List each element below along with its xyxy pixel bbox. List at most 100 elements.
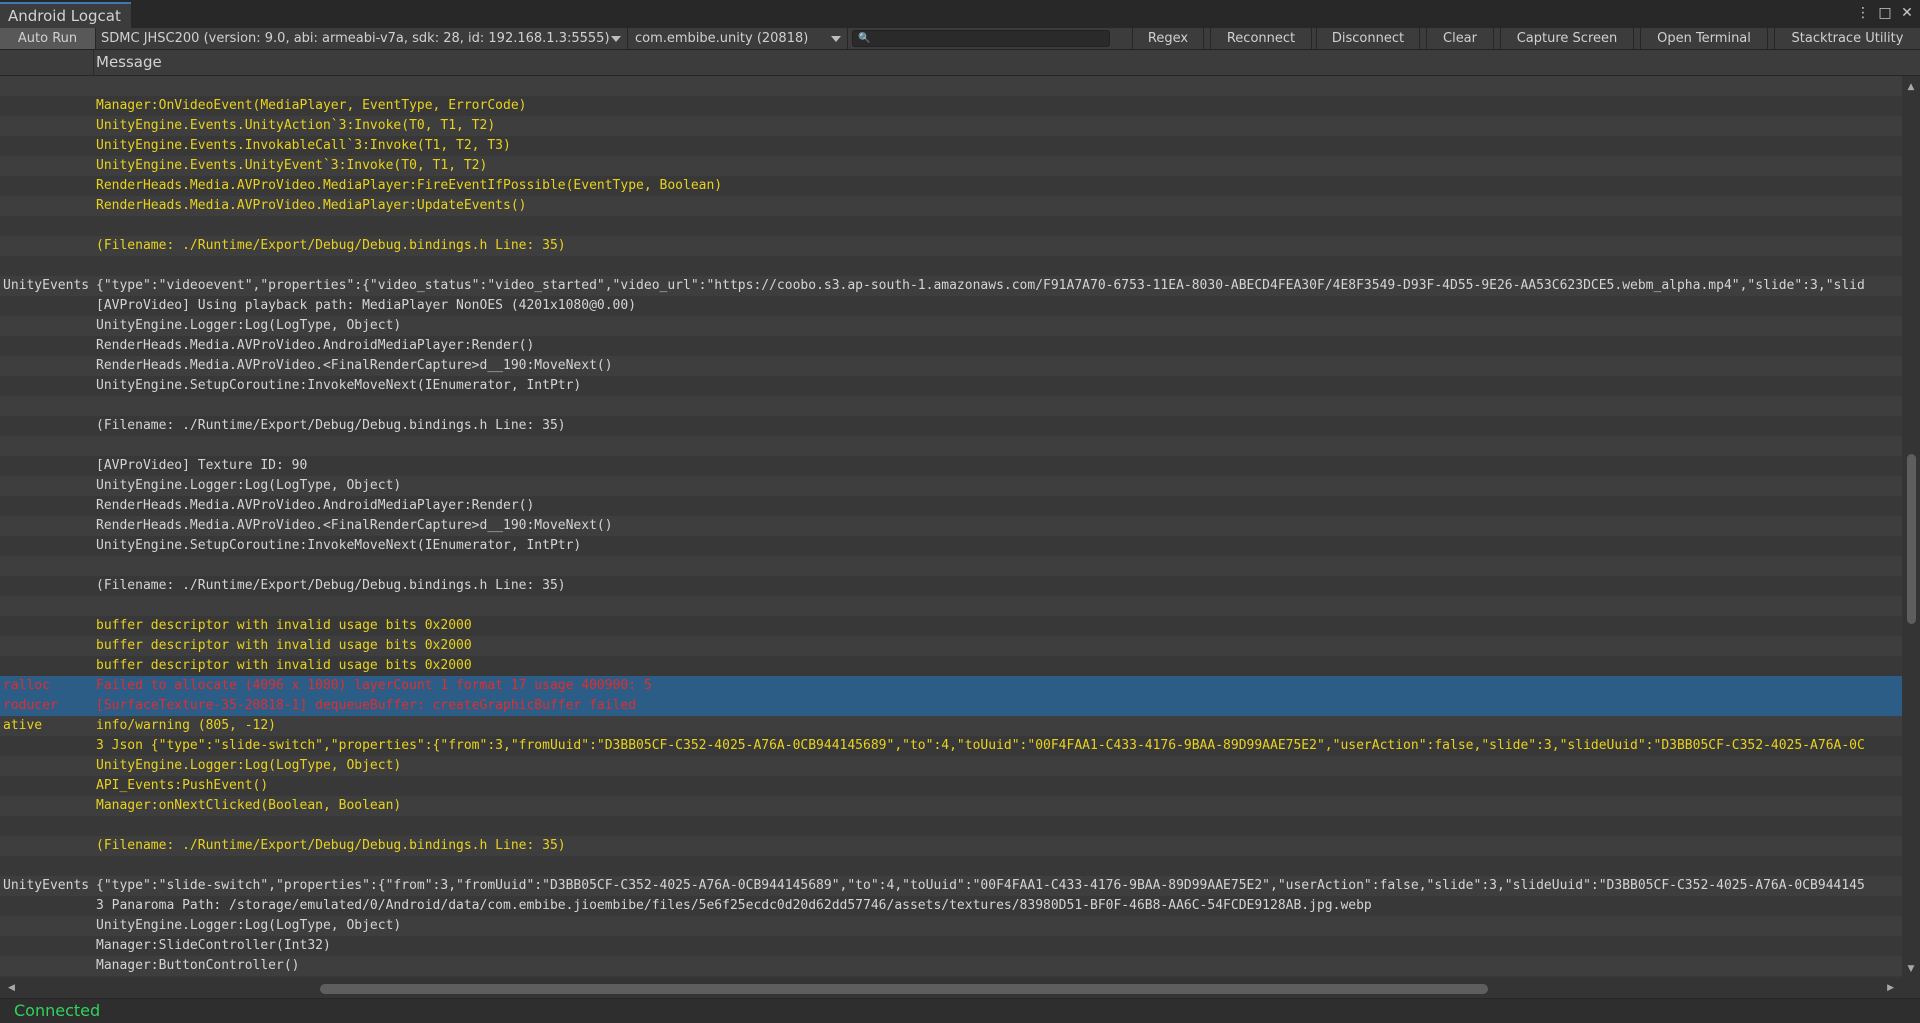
clear-button[interactable]: Clear xyxy=(1426,28,1494,49)
log-row[interactable]: (Filename: ./Runtime/Export/Debug/Debug.… xyxy=(0,576,1902,596)
vertical-scrollbar[interactable]: ▲ ▼ xyxy=(1902,76,1920,978)
log-row[interactable]: UnityEngine.Logger:Log(LogType, Object) xyxy=(0,756,1902,776)
scroll-right-icon[interactable]: ▶ xyxy=(1887,978,1894,998)
log-message: {"type":"slide-switch","properties":{"fr… xyxy=(96,878,1865,893)
log-row[interactable] xyxy=(0,256,1902,276)
scroll-left-icon[interactable]: ◀ xyxy=(8,978,15,998)
log-row[interactable]: UnityEngine.Logger:Log(LogType, Object) xyxy=(0,916,1902,936)
log-row[interactable]: [AVProVideo] Using playback path: MediaP… xyxy=(0,296,1902,316)
close-icon[interactable]: ✕ xyxy=(1900,5,1914,21)
log-tag: UnityEvents xyxy=(3,878,90,893)
log-row[interactable]: (Filename: ./Runtime/Export/Debug/Debug.… xyxy=(0,236,1902,256)
log-row[interactable]: (Filename: ./Runtime/Export/Debug/Debug.… xyxy=(0,836,1902,856)
log-row[interactable]: UnityEvents {"type":"videoevent","propert… xyxy=(0,276,1902,296)
device-dropdown[interactable]: SDMC JHSC200 (version: 9.0, abi: armeabi… xyxy=(96,28,628,49)
horizontal-scroll-thumb[interactable] xyxy=(320,984,1488,994)
log-message: RenderHeads.Media.AVProVideo.MediaPlayer… xyxy=(96,198,527,213)
log-row[interactable]: RenderHeads.Media.AVProVideo.<FinalRende… xyxy=(0,356,1902,376)
log-tag: roducer xyxy=(3,698,58,713)
log-message: (Filename: ./Runtime/Export/Debug/Debug.… xyxy=(96,418,566,433)
log-row[interactable] xyxy=(0,76,1902,96)
capture-screen-button[interactable]: Capture Screen xyxy=(1500,28,1634,49)
log-message: Failed to allocate (4096 x 1080) layerCo… xyxy=(96,678,652,693)
reconnect-button[interactable]: Reconnect xyxy=(1210,28,1312,49)
log-row[interactable]: UnityEngine.SetupCoroutine:InvokeMoveNex… xyxy=(0,536,1902,556)
log-row[interactable]: Manager:onNextClicked(Boolean, Boolean) xyxy=(0,796,1902,816)
log-message: info/warning (805, -12) xyxy=(96,718,277,733)
log-row[interactable]: API_Events:PushEvent() xyxy=(0,776,1902,796)
log-row[interactable]: UnityEngine.Events.InvokableCall`3:Invok… xyxy=(0,136,1902,156)
more-menu-icon[interactable]: ⋮ xyxy=(1856,5,1870,21)
log-message: (Filename: ./Runtime/Export/Debug/Debug.… xyxy=(96,578,566,593)
scrollbar-corner xyxy=(1902,978,1920,998)
column-divider[interactable] xyxy=(93,50,94,76)
vertical-scroll-thumb[interactable] xyxy=(1907,454,1916,624)
connection-status: Connected xyxy=(14,1001,101,1020)
log-row[interactable]: Manager:SlideController(Int32) xyxy=(0,936,1902,956)
search-input[interactable] xyxy=(871,31,1106,46)
log-message: UnityEngine.Events.UnityEvent`3:Invoke(T… xyxy=(96,158,488,173)
log-message: (Filename: ./Runtime/Export/Debug/Debug.… xyxy=(96,838,566,853)
tab-android-logcat[interactable]: Android Logcat xyxy=(0,2,131,28)
package-dropdown-label: com.embibe.unity (20818) xyxy=(635,31,809,46)
log-row-selected[interactable]: roducer [SurfaceTexture-35-20818-1] deque… xyxy=(0,696,1902,716)
regex-button[interactable]: Regex xyxy=(1132,28,1204,49)
log-message: UnityEngine.Logger:Log(LogType, Object) xyxy=(96,478,402,493)
log-row[interactable]: RenderHeads.Media.AVProVideo.MediaPlayer… xyxy=(0,196,1902,216)
log-row[interactable]: 3 Panaroma Path: /storage/emulated/0/And… xyxy=(0,896,1902,916)
log-row[interactable]: buffer descriptor with invalid usage bit… xyxy=(0,616,1902,636)
log-row[interactable]: (Filename: ./Runtime/Export/Debug/Debug.… xyxy=(0,416,1902,436)
device-dropdown-label: SDMC JHSC200 (version: 9.0, abi: armeabi… xyxy=(101,31,610,46)
scroll-up-icon[interactable]: ▲ xyxy=(1902,80,1920,94)
log-list[interactable]: Manager:OnVideoEvent(MediaPlayer, EventT… xyxy=(0,76,1902,978)
log-row[interactable] xyxy=(0,436,1902,456)
log-row[interactable]: UnityEngine.Logger:Log(LogType, Object) xyxy=(0,316,1902,336)
log-message: [SurfaceTexture-35-20818-1] dequeueBuffe… xyxy=(96,698,637,713)
log-tag: ralloc xyxy=(3,678,50,693)
log-row[interactable]: RenderHeads.Media.AVProVideo.<FinalRende… xyxy=(0,516,1902,536)
package-dropdown[interactable]: com.embibe.unity (20818) xyxy=(630,28,848,49)
log-row[interactable] xyxy=(0,596,1902,616)
log-message: RenderHeads.Media.AVProVideo.<FinalRende… xyxy=(96,518,613,533)
log-message: RenderHeads.Media.AVProVideo.<FinalRende… xyxy=(96,358,613,373)
log-message: UnityEngine.SetupCoroutine:InvokeMoveNex… xyxy=(96,538,582,553)
log-row[interactable]: UnityEvents {"type":"slide-switch","prope… xyxy=(0,876,1902,896)
log-row[interactable] xyxy=(0,216,1902,236)
log-row[interactable] xyxy=(0,396,1902,416)
log-row[interactable]: [AVProVideo] Texture ID: 90 xyxy=(0,456,1902,476)
log-row[interactable]: buffer descriptor with invalid usage bit… xyxy=(0,636,1902,656)
log-message: [AVProVideo] Texture ID: 90 xyxy=(96,458,308,473)
disconnect-button[interactable]: Disconnect xyxy=(1316,28,1420,49)
log-row[interactable]: UnityEngine.Logger:Log(LogType, Object) xyxy=(0,476,1902,496)
log-row[interactable]: 3 Json {"type":"slide-switch","propertie… xyxy=(0,736,1902,756)
search-field[interactable]: 🔍 xyxy=(852,30,1110,47)
log-row[interactable]: UnityEngine.SetupCoroutine:InvokeMoveNex… xyxy=(0,376,1902,396)
open-terminal-button[interactable]: Open Terminal xyxy=(1640,28,1768,49)
maximize-icon[interactable]: □ xyxy=(1878,5,1892,21)
log-row[interactable]: Manager:OnVideoEvent(MediaPlayer, EventT… xyxy=(0,96,1902,116)
log-row[interactable]: Manager:ButtonController() xyxy=(0,956,1902,976)
log-row[interactable] xyxy=(0,856,1902,876)
log-message: buffer descriptor with invalid usage bit… xyxy=(96,638,472,653)
log-message: RenderHeads.Media.AVProVideo.MediaPlayer… xyxy=(96,178,723,193)
log-message: 3 Json {"type":"slide-switch","propertie… xyxy=(96,738,1865,753)
log-message: {"type":"videoevent","properties":{"vide… xyxy=(96,278,1865,293)
message-column-header[interactable]: Message xyxy=(96,50,162,75)
log-row[interactable]: RenderHeads.Media.AVProVideo.MediaPlayer… xyxy=(0,176,1902,196)
log-message: 3 Panaroma Path: /storage/emulated/0/And… xyxy=(96,898,1372,913)
log-row[interactable] xyxy=(0,556,1902,576)
scroll-down-icon[interactable]: ▼ xyxy=(1902,962,1920,976)
log-tag: ative xyxy=(3,718,43,733)
log-row[interactable]: UnityEngine.Events.UnityEvent`3:Invoke(T… xyxy=(0,156,1902,176)
log-message: [AVProVideo] Using playback path: MediaP… xyxy=(96,298,637,313)
auto-run-button[interactable]: Auto Run xyxy=(0,28,96,49)
log-row-selected[interactable]: ralloc Failed to allocate (4096 x 1080) l… xyxy=(0,676,1902,696)
stacktrace-utility-button[interactable]: Stacktrace Utility xyxy=(1774,28,1920,49)
log-row[interactable]: buffer descriptor with invalid usage bit… xyxy=(0,656,1902,676)
log-row[interactable] xyxy=(0,816,1902,836)
log-row[interactable]: UnityEngine.Events.UnityAction`3:Invoke(… xyxy=(0,116,1902,136)
log-row[interactable]: RenderHeads.Media.AVProVideo.AndroidMedi… xyxy=(0,336,1902,356)
log-row[interactable]: RenderHeads.Media.AVProVideo.AndroidMedi… xyxy=(0,496,1902,516)
log-row[interactable]: ative info/warning (805, -12) xyxy=(0,716,1902,736)
horizontal-scrollbar[interactable]: ◀ ▶ xyxy=(0,978,1902,998)
